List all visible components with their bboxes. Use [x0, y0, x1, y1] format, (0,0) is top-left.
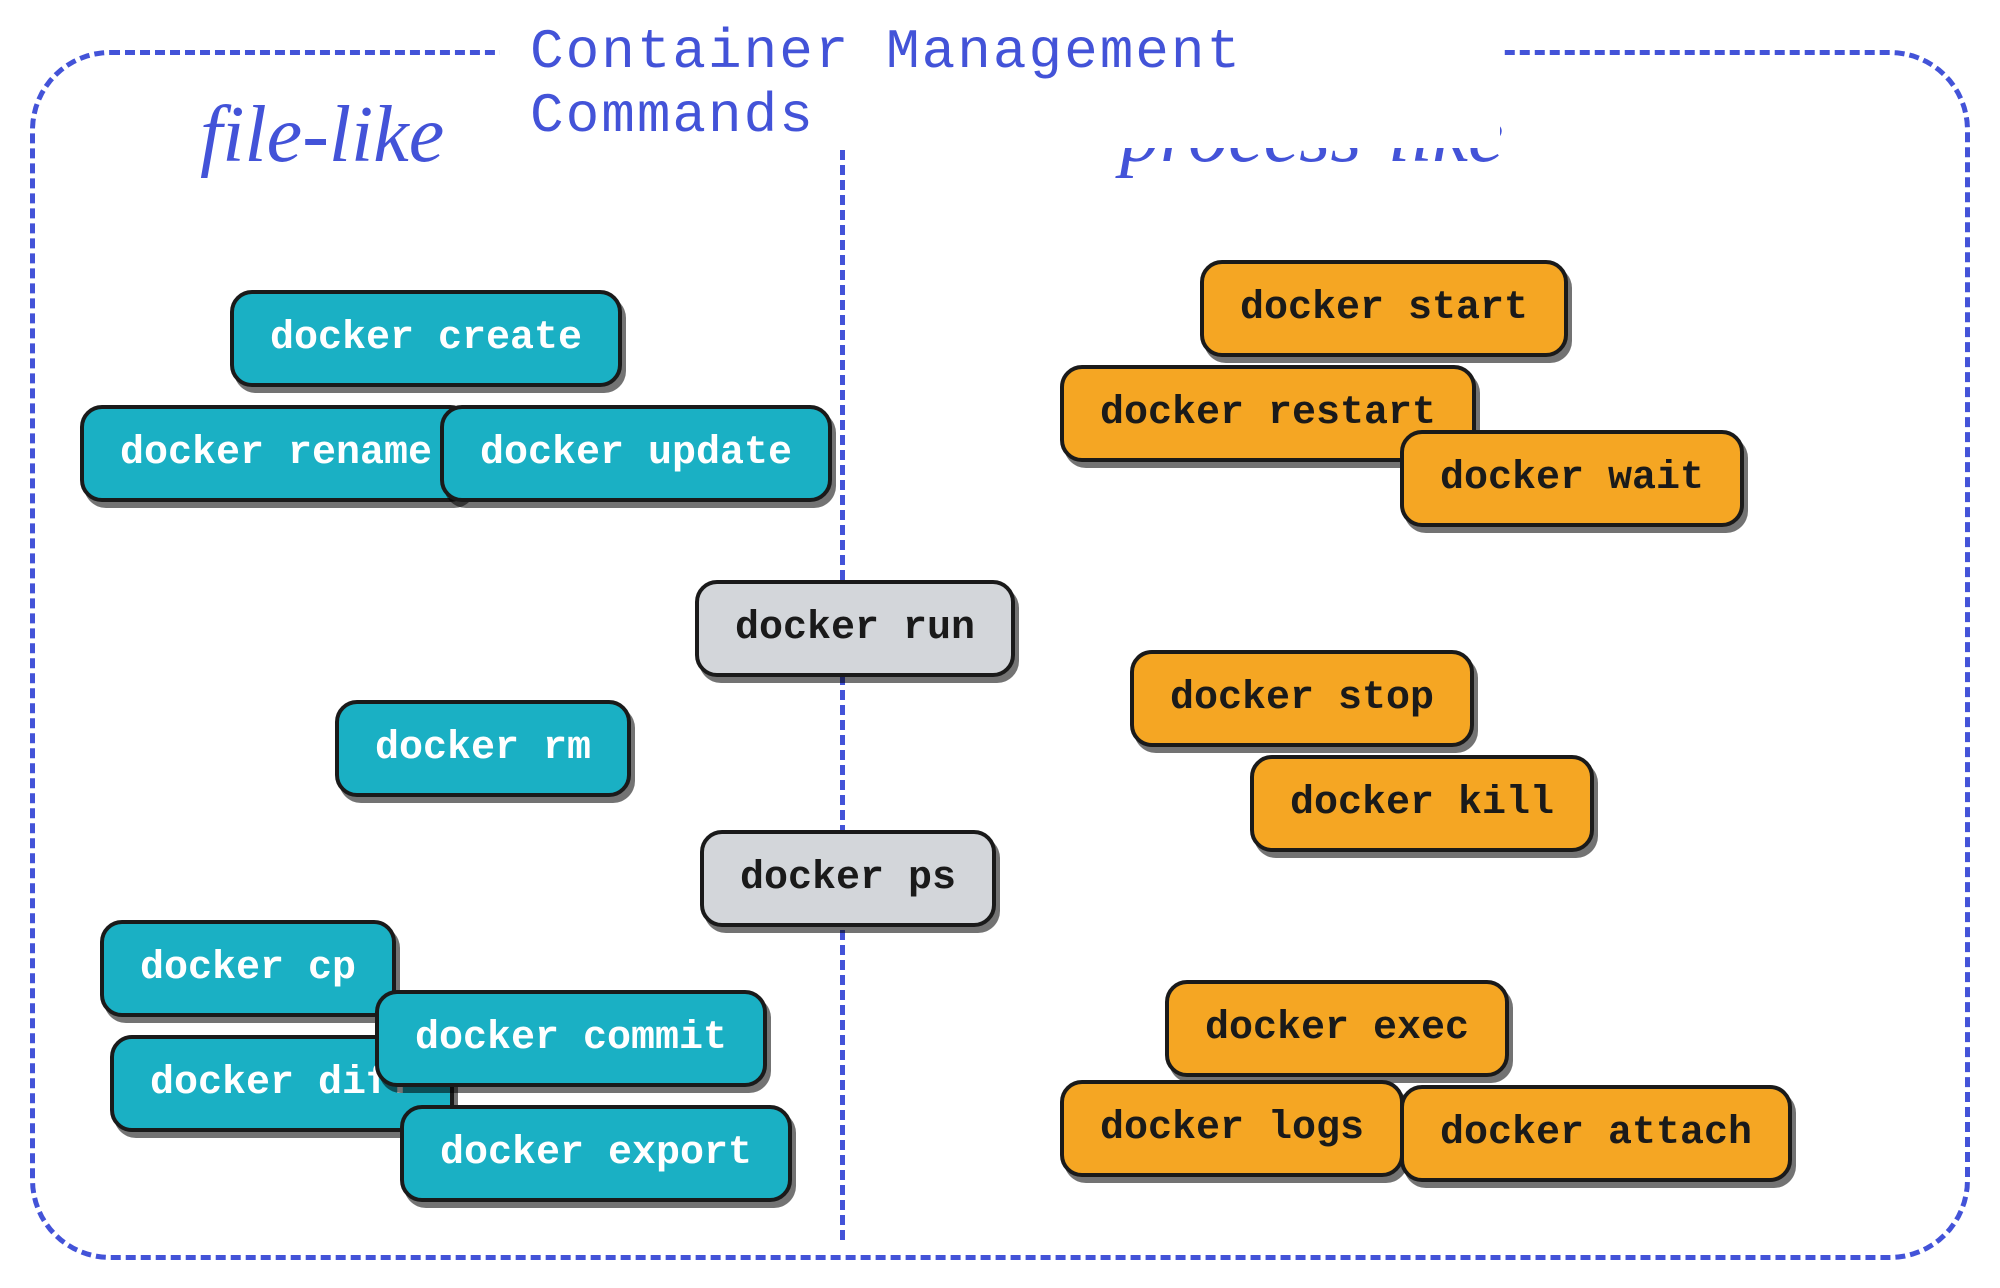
cmd-docker-stop: docker stop — [1130, 650, 1474, 747]
cmd-docker-update: docker update — [440, 405, 832, 502]
cmd-docker-commit: docker commit — [375, 990, 767, 1087]
cmd-docker-cp: docker cp — [100, 920, 396, 1017]
cmd-docker-attach: docker attach — [1400, 1085, 1792, 1182]
diagram-canvas: Container Management Commands file-like … — [0, 0, 2000, 1288]
category-file-like: file-like — [200, 90, 444, 181]
diagram-title: Container Management Commands — [500, 20, 1500, 148]
cmd-docker-ps: docker ps — [700, 830, 996, 927]
cmd-docker-export: docker export — [400, 1105, 792, 1202]
cmd-docker-logs: docker logs — [1060, 1080, 1404, 1177]
cmd-docker-rm: docker rm — [335, 700, 631, 797]
cmd-docker-run: docker run — [695, 580, 1015, 677]
cmd-docker-wait: docker wait — [1400, 430, 1744, 527]
vertical-divider — [840, 120, 845, 1240]
cmd-docker-rename: docker rename — [80, 405, 472, 502]
cmd-docker-start: docker start — [1200, 260, 1568, 357]
cmd-docker-exec: docker exec — [1165, 980, 1509, 1077]
cmd-docker-kill: docker kill — [1250, 755, 1594, 852]
cmd-docker-create: docker create — [230, 290, 622, 387]
